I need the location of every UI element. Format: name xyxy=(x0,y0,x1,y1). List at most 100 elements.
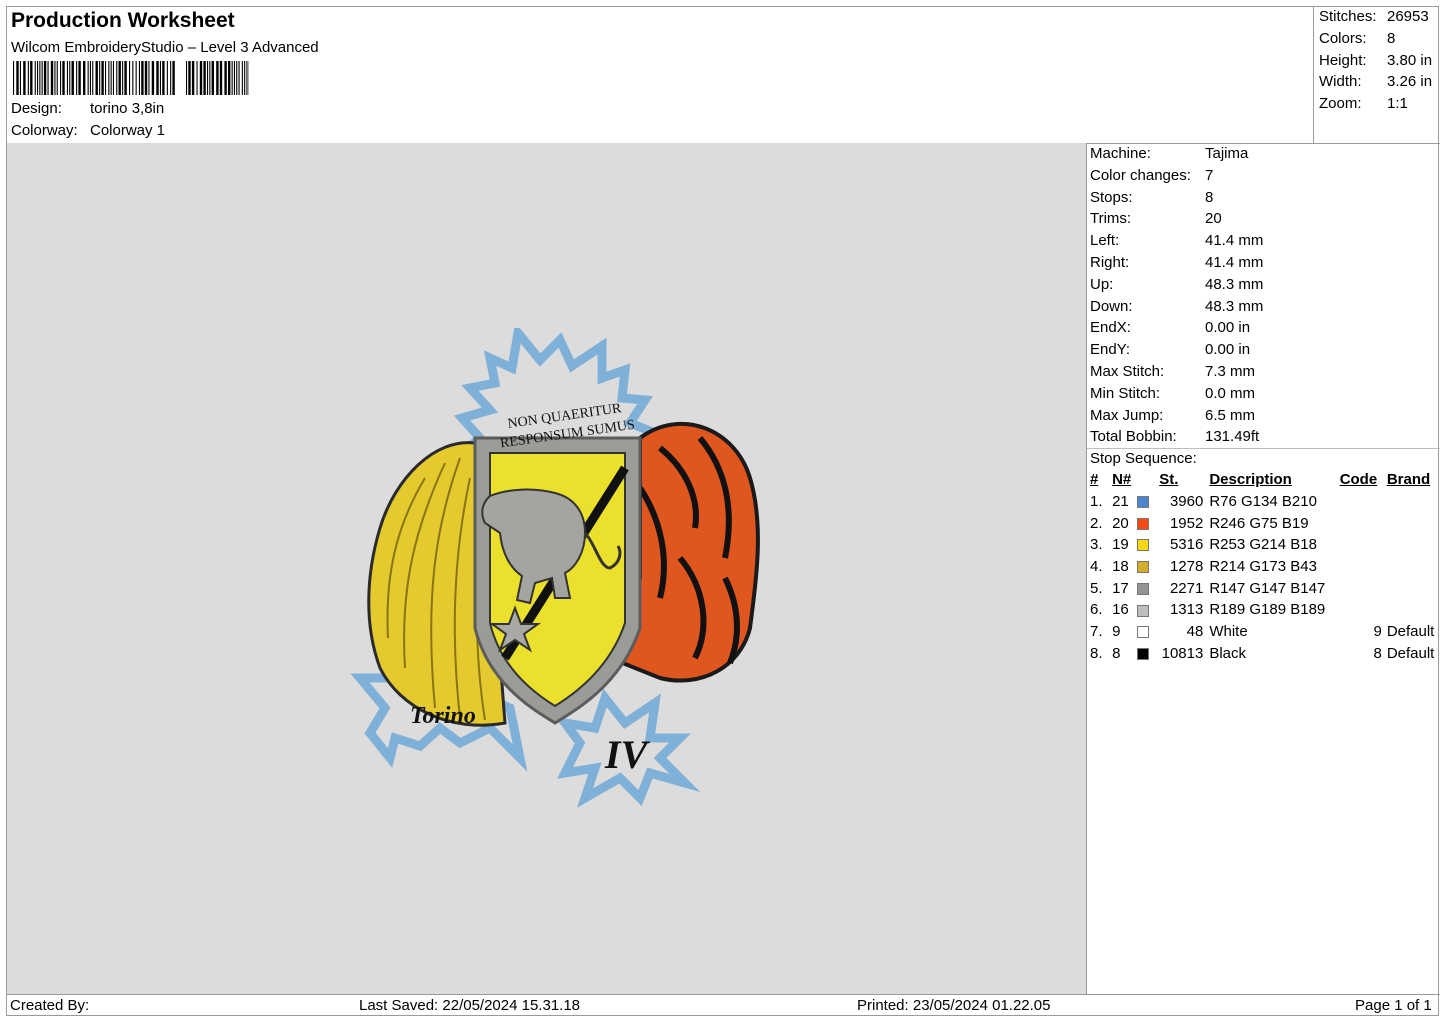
height-label: Height: xyxy=(1319,52,1367,69)
design-value: torino 3,8in xyxy=(90,100,165,117)
detail-label: Trims: xyxy=(1090,210,1132,228)
detail-label: Left: xyxy=(1090,232,1120,250)
table-row: 1. 21 3960 R76 G134 B210 xyxy=(1087,491,1439,513)
cell-brand: Default xyxy=(1386,644,1435,662)
cell-n: 8 xyxy=(1112,644,1121,662)
details-panel: Machine: Tajima Color changes: 7 Stops: 8 Trim… xyxy=(1087,143,1440,994)
detail-value: 0.00 in xyxy=(1205,341,1251,359)
detail-row: EndX: 0.00 in xyxy=(1090,319,1250,340)
width-value: 3.26 in xyxy=(1387,73,1433,90)
cell-n: 9 xyxy=(1112,623,1121,641)
cell-description: R214 G173 B43 xyxy=(1209,558,1317,576)
cell-brand xyxy=(1387,534,1439,556)
cell-brand xyxy=(1387,599,1439,621)
color-swatch xyxy=(1137,604,1150,617)
detail-value: 20 xyxy=(1205,210,1222,228)
table-row: 7. 9 48 White 9 Default xyxy=(1087,621,1439,643)
cell-description: R76 G134 B210 xyxy=(1209,493,1317,511)
colorway-row: Colorway: Colorway 1 xyxy=(11,122,165,139)
zoom-value: 1:1 xyxy=(1387,95,1408,112)
cell-code xyxy=(1340,599,1387,621)
colors-value: 8 xyxy=(1387,30,1396,47)
cell-num: 4. xyxy=(1090,558,1103,576)
cell-n: 21 xyxy=(1112,493,1129,511)
cell-n: 16 xyxy=(1112,601,1129,619)
header-num: # xyxy=(1090,471,1099,489)
cell-swatch xyxy=(1137,621,1159,643)
detail-value: 8 xyxy=(1205,188,1214,206)
color-swatch xyxy=(1137,582,1150,595)
detail-row: Trims: 20 xyxy=(1090,210,1222,231)
detail-value: 7 xyxy=(1205,166,1214,184)
cell-st: 1952 xyxy=(1169,514,1204,532)
detail-label: Max Stitch: xyxy=(1090,363,1165,380)
last-saved: Last Saved: 22/05/2024 15.31.18 xyxy=(359,997,581,1014)
cell-n: 20 xyxy=(1112,514,1129,532)
cell-code xyxy=(1340,512,1387,534)
cell-num: 6. xyxy=(1090,601,1103,619)
footer: Created By: Last Saved: 22/05/2024 15.31… xyxy=(7,994,1440,1017)
detail-value: 41.4 mm xyxy=(1205,232,1264,250)
detail-row: Up: 48.3 mm xyxy=(1090,276,1263,297)
detail-value: 48.3 mm xyxy=(1205,275,1264,293)
cell-num: 3. xyxy=(1090,536,1103,554)
detail-row: Color changes: 7 xyxy=(1090,167,1213,188)
cell-swatch xyxy=(1137,599,1159,621)
detail-row: Machine: Tajima xyxy=(1090,145,1248,166)
table-row: 5. 17 2271 R147 G147 B147 xyxy=(1087,577,1439,599)
header-brand: Brand xyxy=(1386,471,1431,489)
table-row: 2. 20 1952 R246 G75 B19 xyxy=(1087,512,1439,534)
cell-description: R246 G75 B19 xyxy=(1209,514,1309,532)
color-swatch xyxy=(1137,539,1150,552)
header-st: St. xyxy=(1159,471,1179,489)
roman-numeral-text: IV xyxy=(604,732,651,777)
cell-brand xyxy=(1387,556,1439,578)
cell-n: 18 xyxy=(1112,558,1129,576)
cell-code xyxy=(1340,556,1387,578)
cell-st: 48 xyxy=(1186,623,1204,641)
stop-sequence-table: # N# St. Description Code Brand 1. 21 3960 R76 G1… xyxy=(1087,469,1439,664)
detail-row: Min Stitch: 0.0 mm xyxy=(1090,385,1255,406)
cell-st: 10813 xyxy=(1161,644,1204,662)
header-code: Code xyxy=(1339,471,1378,489)
table-header-row: # N# St. Description Code Brand xyxy=(1087,469,1439,491)
embroidery-design: NON QUAERITUR RESPONSUM SUMUS Torino IV xyxy=(350,328,760,808)
stitches-row: Stitches: 26953 xyxy=(1319,8,1429,25)
width-row: Width: 3.26 in xyxy=(1319,73,1432,90)
table-row: 4. 18 1278 R214 G173 B43 xyxy=(1087,556,1439,578)
header-description: Description xyxy=(1209,471,1292,489)
cell-code xyxy=(1340,534,1387,556)
detail-label: Machine: xyxy=(1090,145,1151,162)
color-swatch xyxy=(1137,626,1150,639)
torino-text: Torino xyxy=(410,703,476,729)
cell-description: R147 G147 B147 xyxy=(1209,579,1326,597)
detail-row: Max Stitch: 7.3 mm xyxy=(1090,363,1255,384)
cell-swatch xyxy=(1137,534,1159,556)
colors-label: Colors: xyxy=(1319,30,1367,47)
cell-st: 5316 xyxy=(1169,536,1204,554)
detail-label: Total Bobbin: xyxy=(1090,428,1177,446)
zoom-label: Zoom: xyxy=(1319,95,1362,112)
cell-num: 5. xyxy=(1090,579,1103,597)
header-swatch xyxy=(1137,469,1159,491)
detail-value: 0.0 mm xyxy=(1205,384,1256,402)
cell-description: R189 G189 B189 xyxy=(1209,601,1326,619)
cell-code xyxy=(1340,491,1387,513)
detail-row: Total Bobbin: 131.49ft xyxy=(1090,428,1259,449)
svg-text:,: , xyxy=(176,75,183,95)
detail-label: Color changes: xyxy=(1090,166,1191,184)
table-row: 8. 8 10813 Black 8 Default xyxy=(1087,643,1439,665)
detail-label: Up: xyxy=(1090,275,1114,293)
header-panel: Production Worksheet Wilcom EmbroiderySt… xyxy=(7,7,1314,143)
zoom-row: Zoom: 1:1 xyxy=(1319,95,1408,112)
height-value: 3.80 in xyxy=(1387,52,1433,69)
cell-brand xyxy=(1387,577,1439,599)
detail-row: Max Jump: 6.5 mm xyxy=(1090,407,1255,428)
design-preview: NON QUAERITUR RESPONSUM SUMUS Torino IV xyxy=(7,143,1087,994)
detail-value: 131.49ft xyxy=(1205,428,1260,446)
color-swatch xyxy=(1137,517,1150,530)
table-row: 3. 19 5316 R253 G214 B18 xyxy=(1087,534,1439,556)
cell-st: 1313 xyxy=(1169,601,1204,619)
cell-st: 1278 xyxy=(1169,558,1204,576)
page-number: Page 1 of 1 xyxy=(1355,997,1432,1014)
